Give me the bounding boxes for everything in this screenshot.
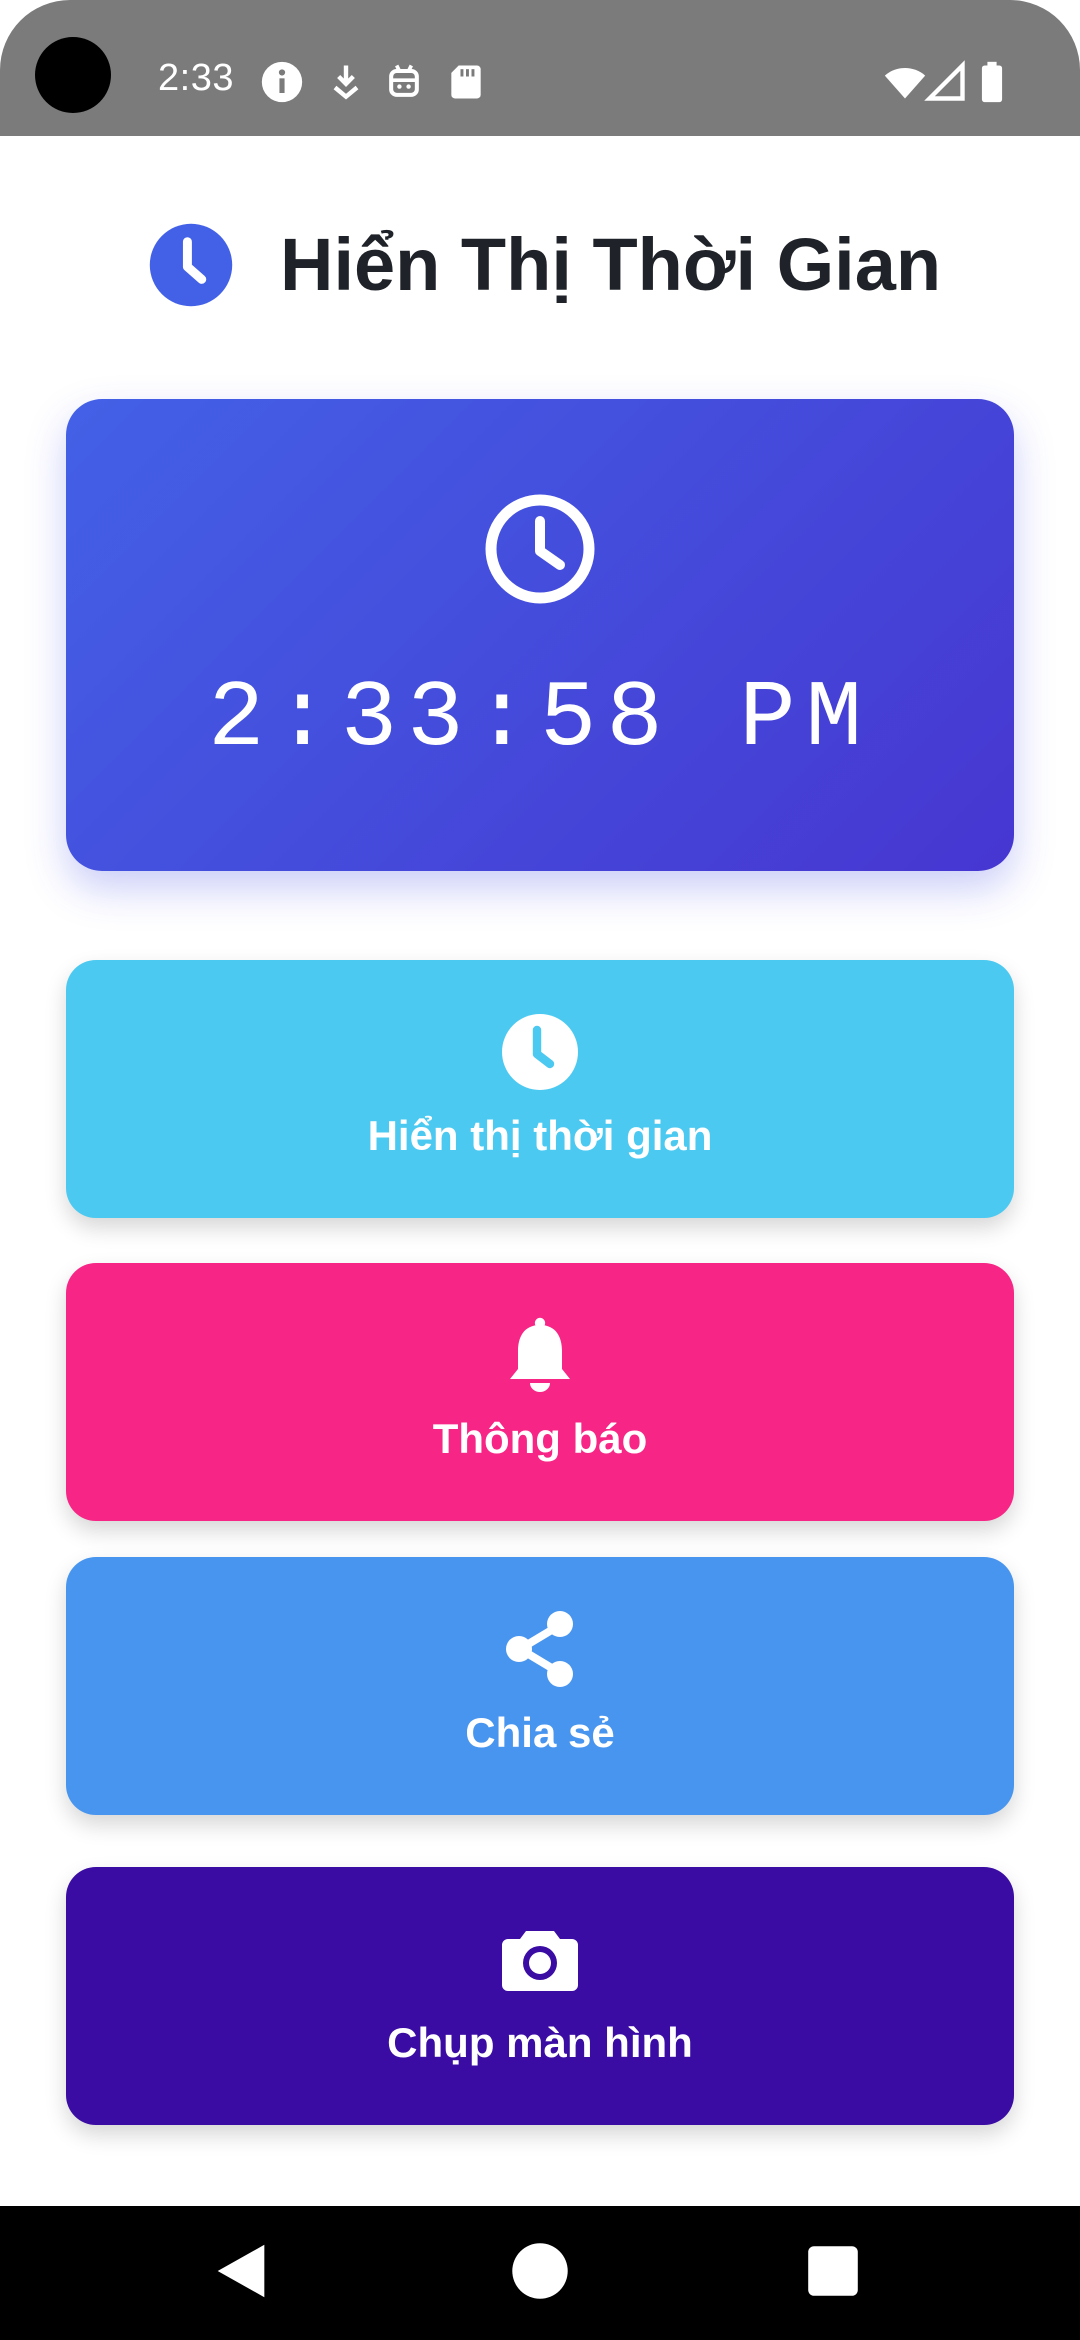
share-label: Chia sẻ [465, 1709, 615, 1756]
screenshot-label: Chụp màn hình [387, 2019, 693, 2066]
bell-icon [500, 1315, 580, 1395]
back-icon[interactable] [206, 2236, 276, 2306]
app-header: Hiển Thị Thời Gian [0, 215, 1080, 315]
notification-label: Thông báo [432, 1415, 648, 1462]
navigation-bar [0, 2206, 1080, 2340]
notification-button[interactable]: Thông báo [66, 1263, 1014, 1521]
sd-card-icon [444, 60, 488, 104]
camera-icon [500, 1919, 580, 1999]
share-icon [500, 1609, 580, 1689]
status-time: 2:33 [158, 57, 234, 99]
time-display: 2:33:58 PM [207, 667, 873, 773]
clock-card: 2:33:58 PM [66, 399, 1014, 871]
signal-icon [924, 60, 968, 104]
home-icon[interactable] [505, 2236, 575, 2306]
clock-icon [484, 493, 596, 605]
camera-cutout [35, 37, 111, 113]
share-button[interactable]: Chia sẻ [66, 1557, 1014, 1815]
download-icon [324, 60, 368, 104]
android-icon [382, 60, 426, 104]
screenshot-button[interactable]: Chụp màn hình [66, 1867, 1014, 2125]
page-title: Hiển Thị Thời Gian [280, 223, 942, 306]
show-time-button[interactable]: Hiển thị thời gian [66, 960, 1014, 1218]
status-bar: 2:33 [0, 0, 1080, 136]
app-screen: 2:33 Hiển Thị Thời Gian 2:33:58 PM Hiển … [0, 0, 1080, 2340]
clock-icon [148, 222, 234, 308]
battery-icon [974, 60, 1010, 104]
wifi-icon [880, 60, 930, 104]
clock-icon [500, 1012, 580, 1092]
show-time-label: Hiển thị thời gian [367, 1112, 713, 1159]
recents-icon[interactable] [798, 2236, 868, 2306]
info-icon [260, 60, 304, 104]
